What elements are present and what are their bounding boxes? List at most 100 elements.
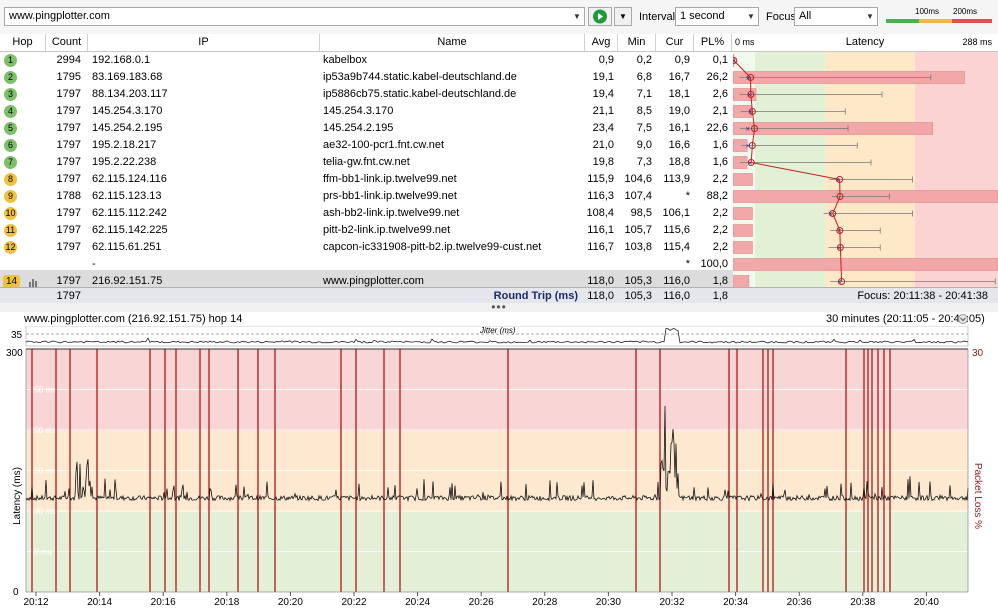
- cell-min: 9,0: [636, 139, 652, 151]
- cell-cur: *: [685, 258, 690, 270]
- trace-options-button[interactable]: ▼: [614, 7, 632, 26]
- cell-count: 1788: [56, 190, 81, 202]
- cell-count: 1797: [56, 105, 81, 117]
- table-row[interactable]: 9 1788 62.115.123.13 prs-bb1-link.ip.twelve…: [0, 188, 732, 205]
- cell-pl: 1,6: [712, 156, 728, 168]
- hop-number-badge: 10: [4, 207, 17, 220]
- cell-ip: 195.2.18.217: [92, 139, 157, 151]
- col-latency[interactable]: 0 ms Latency 288 ms: [732, 34, 998, 51]
- latency-min-label: 0 ms: [735, 37, 755, 47]
- cell-count: 1797: [56, 207, 81, 219]
- hop-number-badge: 3: [4, 88, 17, 101]
- current-latency-marker: ×: [745, 125, 750, 134]
- cell-pl: 1,6: [712, 139, 728, 151]
- cell-cur: 115,6: [663, 224, 690, 236]
- hop-number-badge: 4: [4, 105, 17, 118]
- x-tick-label: 20:12: [23, 597, 48, 608]
- cell-cur: *: [685, 190, 690, 202]
- cell-ip: 62.115.61.251: [92, 241, 162, 253]
- latency-timeline-graph: 35 Jitter (ms) 250 ms 200 ms 150 ms 100 ms 5…: [6, 326, 984, 608]
- summary-avg: 118,0: [587, 290, 614, 302]
- y2-axis-label: Packet Loss %: [972, 463, 983, 529]
- col-min[interactable]: Min: [618, 34, 656, 51]
- cell-name: ip5886cb75.static.kabel-deutschland.de: [323, 88, 517, 100]
- x-tick-label: 20:22: [341, 597, 366, 608]
- range-dropdown-icon[interactable]: [958, 314, 968, 324]
- interval-select[interactable]: 1 second ▼: [675, 7, 759, 26]
- table-row[interactable]: 3 1797 88.134.203.117 ip5886cb75.static.kab…: [0, 86, 732, 103]
- focus-label: Focus: [766, 11, 796, 23]
- col-avg[interactable]: Avg: [585, 34, 618, 51]
- cell-avg: 0,9: [598, 54, 614, 66]
- splitter-handle[interactable]: •••: [0, 301, 998, 313]
- packet-loss-bar: [733, 258, 998, 271]
- table-row[interactable]: 1 2994 192.168.0.1 kabelbox 0,9 0,2 0,9 0,1: [0, 52, 732, 69]
- summary-min: 105,3: [624, 290, 652, 302]
- col-ip[interactable]: IP: [88, 34, 320, 51]
- col-cur[interactable]: Cur: [656, 34, 694, 51]
- bar-chart-icon[interactable]: [29, 277, 39, 287]
- cell-avg: 23,4: [592, 122, 614, 134]
- target-input[interactable]: www.pingplotter.com ▼: [4, 7, 585, 26]
- table-row[interactable]: 11 1797 62.115.142.225 pitt-b2-link.ip.twel…: [0, 222, 732, 239]
- table-row[interactable]: 10 1797 62.115.112.242 ash-bb2-link.ip.twel…: [0, 205, 732, 222]
- table-row[interactable]: 12 1797 62.115.61.251 capcon-ic331908-pitt-…: [0, 239, 732, 256]
- chevron-down-icon[interactable]: ▼: [570, 8, 584, 25]
- cell-avg: 19,1: [592, 71, 614, 83]
- summary-pl: 1,8: [712, 290, 728, 302]
- table-row[interactable]: 6 1797 195.2.18.217 ae32-100-pcr1.fnt.cw.ne…: [0, 137, 732, 154]
- y-axis-zero: 0: [13, 587, 19, 598]
- cell-avg: 21,0: [592, 139, 614, 151]
- start-trace-button[interactable]: [588, 7, 612, 26]
- col-hop[interactable]: Hop: [0, 34, 46, 51]
- current-latency-marker: ×: [837, 278, 842, 287]
- cell-count: 1797: [56, 173, 81, 185]
- y-axis-label: Latency (ms): [12, 467, 23, 525]
- x-tick-label: 20:24: [405, 597, 430, 608]
- cell-cur: 18,1: [668, 88, 690, 100]
- x-tick-label: 20:20: [278, 597, 303, 608]
- summary-count: 1797: [56, 290, 81, 302]
- gridline-label: 150 ms: [30, 467, 56, 476]
- latency-title: Latency: [845, 36, 885, 48]
- cell-pl: 2,2: [712, 224, 728, 236]
- graph-title: www.pingplotter.com (216.92.151.75) hop …: [24, 313, 243, 325]
- cell-name: prs-bb1-link.ip.twelve99.net: [323, 190, 457, 202]
- jitter-max-label: 35: [11, 330, 23, 341]
- x-tick-label: 20:30: [596, 597, 621, 608]
- cell-name: ae32-100-pcr1.fnt.cw.net: [323, 139, 445, 151]
- y2-axis-top: 30: [972, 348, 984, 359]
- cell-min: 7,5: [636, 122, 652, 134]
- gridline-label: 100 ms: [30, 507, 56, 516]
- table-row[interactable]: 2 1795 83.169.183.68 ip53a9b744.static.kabe…: [0, 69, 732, 86]
- latency-max-label: 288 ms: [962, 37, 992, 47]
- target-value: www.pingplotter.com: [9, 10, 110, 22]
- hop-number-badge: 12: [4, 241, 17, 254]
- legend-green-bar: [886, 19, 919, 23]
- focus-select[interactable]: All ▼: [794, 7, 878, 26]
- latency-column-graph: ××××××××××××: [733, 52, 998, 287]
- col-count[interactable]: Count: [46, 34, 88, 51]
- chevron-down-icon: ▼: [747, 12, 755, 21]
- col-pl[interactable]: PL%: [694, 34, 732, 51]
- cell-pl: 22,6: [706, 122, 728, 134]
- table-row[interactable]: 7 1797 195.2.22.238 telia-gw.fnt.cw.net 19,8…: [0, 154, 732, 171]
- table-row[interactable]: 4 1797 145.254.3.170 145.254.3.170 21,1 8,5 19…: [0, 103, 732, 120]
- table-row[interactable]: - * 100,0: [0, 256, 732, 273]
- cell-count: 1797: [56, 139, 81, 151]
- legend-red-bar: [952, 19, 992, 23]
- table-row[interactable]: 5 1797 145.254.2.195 145.254.2.195 23,4 7,5 16…: [0, 120, 732, 137]
- cell-pl: 2,2: [712, 173, 728, 185]
- col-name[interactable]: Name: [320, 34, 585, 51]
- cell-ip: 62.115.112.242: [92, 207, 167, 219]
- table-row[interactable]: 8 1797 62.115.124.116 ffm-bb1-link.ip.twelv…: [0, 171, 732, 188]
- cell-avg: 19,8: [592, 156, 614, 168]
- packet-loss-bar: [733, 224, 753, 237]
- hop-number-badge: 6: [4, 139, 17, 152]
- x-tick-label: 20:18: [214, 597, 239, 608]
- cell-cur: 18,8: [668, 156, 690, 168]
- cell-name: 145.254.3.170: [323, 105, 394, 117]
- cell-cur: 106,1: [662, 207, 690, 219]
- cell-min: 104,6: [624, 173, 652, 185]
- cell-name: 145.254.2.195: [323, 122, 394, 134]
